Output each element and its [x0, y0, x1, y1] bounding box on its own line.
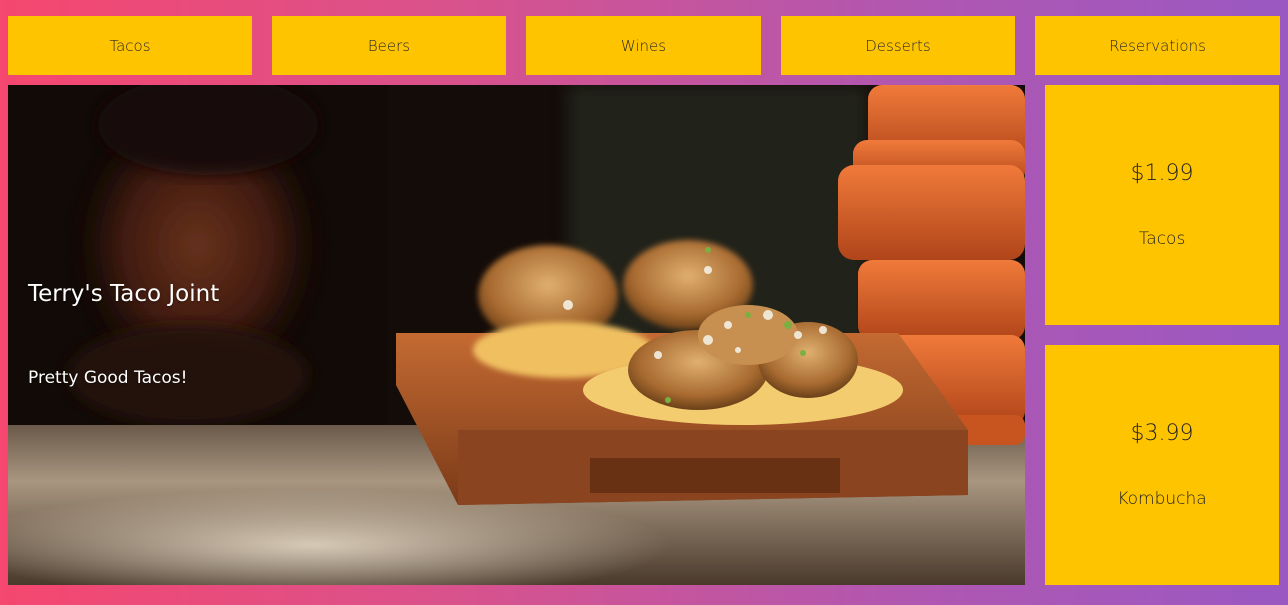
card-price: $1.99: [1130, 161, 1194, 186]
nav-beers-button[interactable]: Beers: [272, 16, 506, 75]
nav-desserts-button[interactable]: Desserts: [781, 16, 1015, 75]
main-nav: Tacos Beers Wines Desserts Reservations: [8, 16, 1280, 75]
card-item-name: Kombucha: [1117, 489, 1207, 509]
price-card-kombucha[interactable]: $3.99 Kombucha: [1045, 345, 1279, 585]
nav-wines-button[interactable]: Wines: [526, 16, 761, 75]
hero-banner: Terry's Taco Joint Pretty Good Tacos!: [8, 85, 1025, 585]
card-price: $3.99: [1130, 421, 1194, 446]
hero-title: Terry's Taco Joint: [28, 281, 220, 307]
nav-reservations-button[interactable]: Reservations: [1035, 16, 1280, 75]
hero-photo: [8, 85, 1025, 585]
card-item-name: Tacos: [1138, 229, 1186, 249]
nav-tacos-button[interactable]: Tacos: [8, 16, 252, 75]
hero-subtitle: Pretty Good Tacos!: [28, 368, 188, 388]
price-card-tacos[interactable]: $1.99 Tacos: [1045, 85, 1279, 325]
